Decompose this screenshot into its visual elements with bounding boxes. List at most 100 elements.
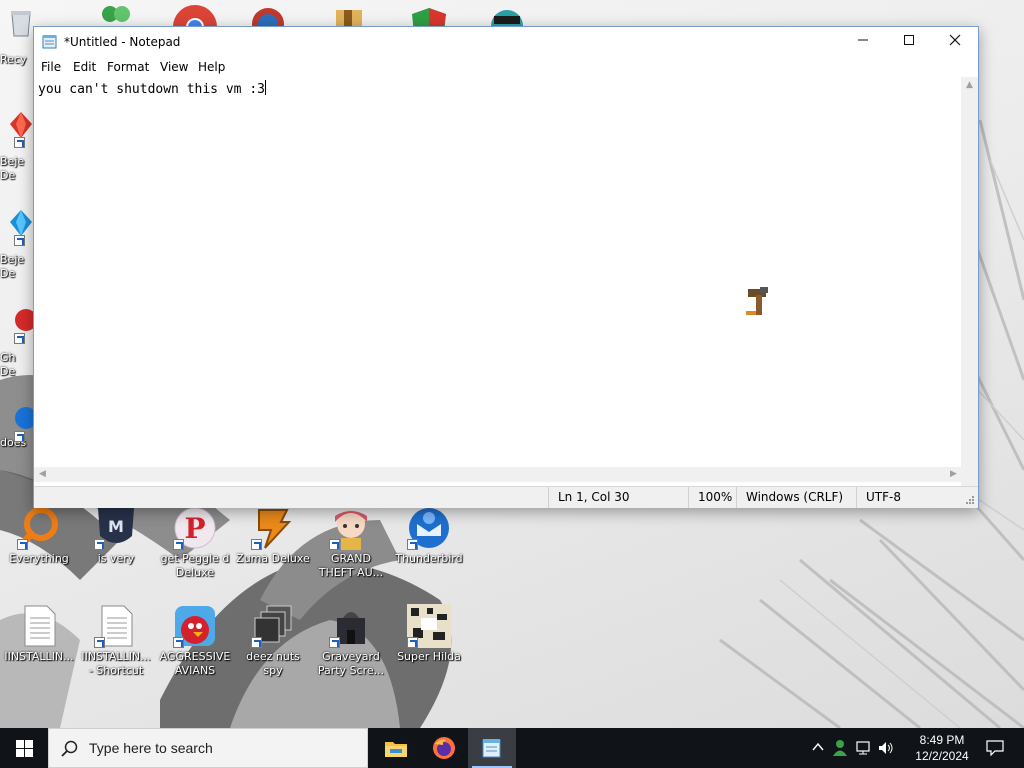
line-ending: Windows (CRLF) [736, 487, 856, 508]
app-icon [8, 306, 37, 344]
zuma-icon [251, 506, 295, 550]
desktop-icon-top-5[interactable] [408, 6, 450, 26]
angry-bird-icon [173, 604, 217, 648]
desktop-icon-recycle-bin[interactable]: Recy [0, 8, 34, 67]
start-button[interactable] [0, 728, 48, 768]
horizontal-scrollbar[interactable]: ◀ ▶ [34, 467, 962, 482]
scroll-left-arrow-icon[interactable]: ◀ [34, 467, 51, 482]
graveyard-icon [329, 604, 373, 648]
gem-icon [8, 110, 34, 148]
desktop-icon-super-hilda[interactable]: Super Hilda [391, 604, 467, 664]
pixel-character-icon [407, 604, 451, 648]
desktop-icon-aggressive-avians[interactable]: AGGRESSIVE AVIANS [157, 604, 233, 678]
search-placeholder: Type here to search [89, 740, 213, 756]
close-icon [949, 34, 961, 46]
thunderbird-icon [407, 506, 451, 550]
desktop-icon-does[interactable]: does [0, 404, 37, 450]
desktop-icon-top-6[interactable] [484, 6, 530, 26]
system-tray: 8:49 PM 12/2/2024 [804, 728, 1024, 768]
desktop-icon-gh-deluxe[interactable]: Gh De [0, 306, 37, 379]
desktop-icon-graveyard-party[interactable]: Graveyard Party Scre... [313, 604, 389, 678]
windows-logo-icon [16, 740, 33, 757]
menu-help[interactable]: Help [198, 60, 225, 74]
desktop-icon-everything[interactable]: Everything [1, 506, 77, 566]
title-bar[interactable]: *Untitled - Notepad [34, 27, 978, 57]
vertical-scrollbar[interactable]: ▲ ▼ [961, 77, 978, 486]
taskbar-notepad[interactable] [468, 728, 516, 768]
resize-grip-icon[interactable] [965, 495, 975, 505]
minimize-icon [858, 39, 868, 41]
desktop-icon-label: Gh De [0, 351, 16, 378]
desktop-icon-installing-1[interactable]: IINSTALLIN... [1, 604, 77, 664]
search-icon [61, 740, 78, 757]
stacked-windows-icon [251, 604, 295, 648]
desktop-icon-chrome[interactable] [172, 4, 218, 26]
cursor-position: Ln 1, Col 30 [548, 487, 688, 508]
app-icon [336, 10, 362, 26]
clock-date: 12/2/2024 [915, 749, 969, 763]
clock-time: 8:49 PM [919, 733, 965, 747]
firefox-icon [433, 737, 455, 759]
desktop-icon-bejeweled-2[interactable]: Beje De [0, 208, 34, 281]
desktop-icon-label: GRAND THEFT AU... [318, 552, 384, 579]
taskbar-clock[interactable]: 8:49 PM 12/2/2024 [906, 732, 978, 764]
desktop-icon-label: IINSTALLIN... [4, 650, 74, 663]
gem-icon [8, 208, 34, 246]
desktop-icon-installing-shortcut[interactable]: IINSTALLIN... - Shortcut [78, 604, 154, 678]
scrollbar-corner [961, 467, 978, 481]
desktop-icon-label: Beje De [0, 253, 25, 280]
desktop-icon-top-1[interactable] [96, 4, 136, 26]
app-icon [252, 8, 284, 26]
magnifier-icon [17, 506, 61, 550]
text-file-icon [17, 604, 61, 648]
peggle-icon: P [173, 506, 217, 550]
desktop-icon-gta[interactable]: GRAND THEFT AU... [313, 506, 389, 580]
desktop-icon-is-very[interactable]: M is very [78, 506, 154, 566]
taskbar-file-explorer[interactable] [372, 728, 420, 768]
encoding: UTF-8 [856, 487, 962, 508]
desktop-icon-label: is very [97, 552, 135, 565]
desktop-icon-label: Beje De [0, 155, 25, 182]
maximize-button[interactable] [886, 27, 932, 57]
app-icon [8, 404, 37, 442]
desktop-icon-top-3[interactable] [250, 6, 286, 26]
menu-file[interactable]: File [41, 60, 61, 74]
taskbar-search-box[interactable]: Type here to search [48, 728, 368, 768]
text-caret [264, 80, 266, 95]
taskbar-firefox[interactable] [420, 728, 468, 768]
editor-text: you can't shutdown this vm :3 [38, 82, 265, 97]
mp-logo-icon: M [94, 506, 138, 550]
chevron-up-icon[interactable] [812, 742, 824, 752]
scroll-up-arrow-icon[interactable]: ▲ [961, 77, 978, 94]
window-title: *Untitled - Notepad [64, 35, 181, 49]
menu-view[interactable]: View [160, 60, 188, 74]
user-tray-icon[interactable] [832, 739, 848, 757]
close-button[interactable] [932, 27, 978, 57]
desktop-icon-label: IINSTALLIN... - Shortcut [81, 650, 151, 677]
network-icon[interactable] [856, 740, 872, 756]
minimize-button[interactable] [840, 27, 886, 57]
text-editor-area[interactable]: you can't shutdown this vm :3 [34, 77, 962, 495]
volume-icon[interactable] [878, 740, 894, 756]
zoom-level: 100% [688, 487, 736, 508]
notepad-icon [42, 35, 57, 49]
desktop-icon-bejeweled-1[interactable]: Beje De [0, 110, 34, 183]
chrome-icon [173, 5, 217, 26]
notepad-window[interactable]: *Untitled - Notepad File Edit Format Vie… [33, 26, 979, 508]
desktop-icon-label: get Peggle d Deluxe [160, 552, 230, 579]
hammer-sprite-icon [746, 287, 768, 315]
menu-edit[interactable]: Edit [73, 60, 96, 74]
menu-format[interactable]: Format [107, 60, 149, 74]
desktop-icon-top-4[interactable] [334, 8, 364, 26]
desktop-icon-deez-nuts-spy[interactable]: deez nuts spy [235, 604, 311, 678]
maximize-icon [904, 35, 914, 45]
notifications-icon[interactable] [986, 740, 1004, 756]
desktop-icon-peggle[interactable]: P get Peggle d Deluxe [157, 506, 233, 580]
svg-text:M: M [108, 517, 124, 536]
desktop-icon-zuma[interactable]: Zuma Deluxe [235, 506, 311, 566]
desktop-icon-thunderbird[interactable]: Thunderbird [391, 506, 467, 566]
desktop-icon-label: deez nuts spy [246, 650, 300, 677]
scroll-right-arrow-icon[interactable]: ▶ [945, 467, 962, 482]
taskbar: Type here to search 8:49 PM 12/2/2024 [0, 728, 1024, 768]
desktop-icon-label: Super Hilda [397, 650, 461, 663]
